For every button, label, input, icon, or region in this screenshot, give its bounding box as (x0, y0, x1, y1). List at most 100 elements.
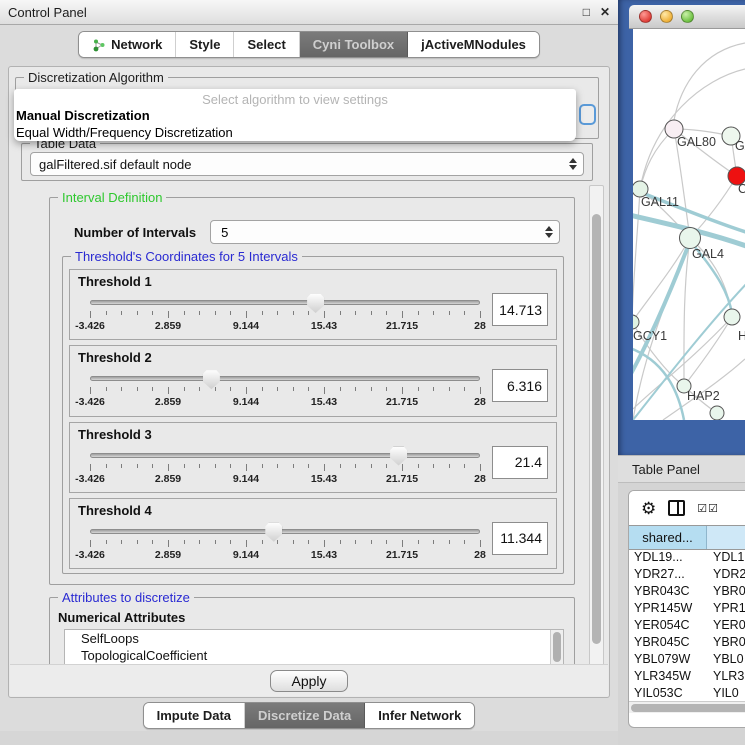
table-row[interactable]: YBR045CYBR0 (629, 635, 745, 652)
table-header-row: shared... n (629, 525, 745, 550)
tab-label: Style (189, 37, 220, 52)
network-node[interactable] (633, 315, 639, 329)
cell-name[interactable]: YBR0 (707, 584, 745, 601)
threshold-value-field[interactable]: 14.713 (492, 293, 548, 326)
discretization-algorithm-title: Discretization Algorithm (24, 70, 168, 85)
slider-track[interactable] (90, 300, 480, 305)
cell-shared-name[interactable]: YER054C (629, 618, 707, 635)
slider-track[interactable] (90, 529, 480, 534)
threshold-slider[interactable]: -3.4262.8599.14415.4321.71528 (90, 444, 480, 488)
column-header-shared-name[interactable]: shared... (629, 526, 707, 549)
zoom-traffic-light-icon[interactable] (681, 10, 694, 23)
network-node[interactable] (680, 228, 701, 249)
float-window-icon[interactable]: □ (583, 5, 590, 19)
cell-shared-name[interactable]: YPR145W (629, 601, 707, 618)
tab-jactivemnodules[interactable]: jActiveMNodules (408, 32, 539, 57)
slider-track[interactable] (90, 453, 480, 458)
column-header-name[interactable]: n (707, 526, 745, 549)
threshold-value-field[interactable]: 6.316 (492, 369, 548, 402)
network-edge[interactable] (633, 189, 640, 322)
table-row[interactable]: YBR043CYBR0 (629, 584, 745, 601)
network-graph[interactable]: GAL80GACGAL11GAL4HGCY1HAP2 (633, 29, 745, 420)
tick-label: 21.715 (386, 320, 418, 332)
cell-shared-name[interactable]: YBR045C (629, 635, 707, 652)
cell-name[interactable]: YBR0 (707, 635, 745, 652)
cell-name[interactable]: YBL0 (707, 652, 745, 669)
threshold-slider[interactable]: -3.4262.8599.14415.4321.71528 (90, 520, 480, 564)
network-node-label: HAP2 (687, 389, 720, 403)
network-node-label: C (738, 182, 745, 196)
network-edge[interactable] (684, 238, 690, 386)
network-edge[interactable] (674, 43, 745, 120)
tick-label: 9.144 (233, 396, 259, 408)
network-canvas[interactable]: GAL80GACGAL11GAL4HGCY1HAP2 (633, 29, 745, 420)
bottom-tab-infer-network[interactable]: Infer Network (365, 703, 474, 728)
threshold-slider[interactable]: -3.4262.8599.14415.4321.71528 (90, 291, 480, 335)
checkbox-checked-icons[interactable]: ☑☑ (697, 502, 719, 515)
thresholds-group: Threshold's Coordinates for 5 Intervals … (62, 256, 564, 574)
table-row[interactable]: YBL079WYBL0 (629, 652, 745, 669)
threshold-value-field[interactable]: 21.4 (492, 446, 548, 479)
cell-shared-name[interactable]: YBL079W (629, 652, 707, 669)
slider-track[interactable] (90, 376, 480, 381)
threshold-box: Threshold 1-3.4262.8599.14415.4321.71528… (69, 269, 557, 340)
threshold-slider[interactable]: -3.4262.8599.14415.4321.71528 (90, 367, 480, 411)
algorithm-combo-focus-ring[interactable] (579, 104, 596, 125)
cell-shared-name[interactable]: YDR27... (629, 567, 707, 584)
table-hscrollbar-thumb[interactable] (631, 704, 745, 712)
threshold-value-field[interactable]: 11.344 (492, 522, 548, 555)
cell-name[interactable]: YDR2 (707, 567, 745, 584)
table-row[interactable]: YPR145WYPR1 (629, 601, 745, 618)
cell-shared-name[interactable]: YDL19... (629, 550, 707, 567)
cell-name[interactable]: YLR3 (707, 669, 745, 686)
table-row[interactable]: YDL19...YDL1 (629, 550, 745, 567)
algorithm-option[interactable]: Manual Discretization (14, 107, 576, 124)
attribute-item[interactable]: TopologicalCoefficient (65, 647, 563, 664)
settings-scrollbar-thumb[interactable] (592, 214, 601, 644)
cell-shared-name[interactable]: YBR043C (629, 584, 707, 601)
tab-select[interactable]: Select (234, 32, 299, 57)
table-panel-title: Table Panel (632, 462, 700, 477)
tab-network[interactable]: Network (79, 32, 176, 57)
close-traffic-light-icon[interactable] (639, 10, 652, 23)
network-node[interactable] (710, 406, 724, 420)
number-of-intervals-combobox[interactable]: 5 (210, 220, 560, 244)
tick-label: 15.43 (311, 473, 337, 485)
tab-style[interactable]: Style (176, 32, 234, 57)
cell-name[interactable]: YER0 (707, 618, 745, 635)
control-panel-title: Control Panel (8, 5, 573, 20)
attributes-list-scrollbar[interactable] (550, 630, 563, 667)
tab-cyni-toolbox[interactable]: Cyni Toolbox (300, 32, 408, 57)
minimize-traffic-light-icon[interactable] (660, 10, 673, 23)
network-edge[interactable] (640, 129, 674, 189)
table-row[interactable]: YDR27...YDR2 (629, 567, 745, 584)
algorithm-option[interactable]: Equal Width/Frequency Discretization (14, 124, 576, 141)
tab-label: jActiveMNodules (421, 37, 526, 52)
network-view-window[interactable]: GAL80GACGAL11GAL4HGCY1HAP2 (618, 0, 745, 455)
apply-button[interactable]: Apply (270, 670, 347, 692)
bottom-tab-impute-data[interactable]: Impute Data (144, 703, 245, 728)
tick-label: 21.715 (386, 549, 418, 561)
threshold-box: Threshold 2-3.4262.8599.14415.4321.71528… (69, 345, 557, 416)
attributes-list-scrollbar-thumb[interactable] (553, 632, 561, 662)
split-columns-icon[interactable] (668, 500, 685, 516)
cell-shared-name[interactable]: YLR345W (629, 669, 707, 686)
settings-vertical-scrollbar[interactable] (589, 185, 604, 667)
bottom-tab-discretize-data[interactable]: Discretize Data (245, 703, 365, 728)
network-window-titlebar[interactable] (629, 5, 745, 29)
attribute-item[interactable]: SelfLoops (65, 630, 563, 647)
table-data-combobox[interactable]: galFiltered.sif default node (30, 152, 584, 176)
gear-icon[interactable]: ⚙ (641, 500, 656, 517)
network-node[interactable] (724, 309, 740, 325)
number-of-intervals-label: Number of Intervals (74, 225, 196, 240)
table-data-group: Table Data galFiltered.sif default node (21, 143, 593, 181)
table-horizontal-scrollbar[interactable] (629, 701, 745, 713)
table-row[interactable]: YLR345WYLR3 (629, 669, 745, 686)
close-icon[interactable]: ✕ (600, 5, 610, 19)
cell-name[interactable]: YDL1 (707, 550, 745, 567)
table-row[interactable]: YER054CYER0 (629, 618, 745, 635)
tick-label: 2.859 (155, 549, 181, 561)
table-panel-titlebar: Table Panel (618, 455, 745, 483)
cell-name[interactable]: YPR1 (707, 601, 745, 618)
numerical-attributes-list[interactable]: SelfLoopsTopologicalCoefficientBetweenne… (64, 629, 564, 667)
